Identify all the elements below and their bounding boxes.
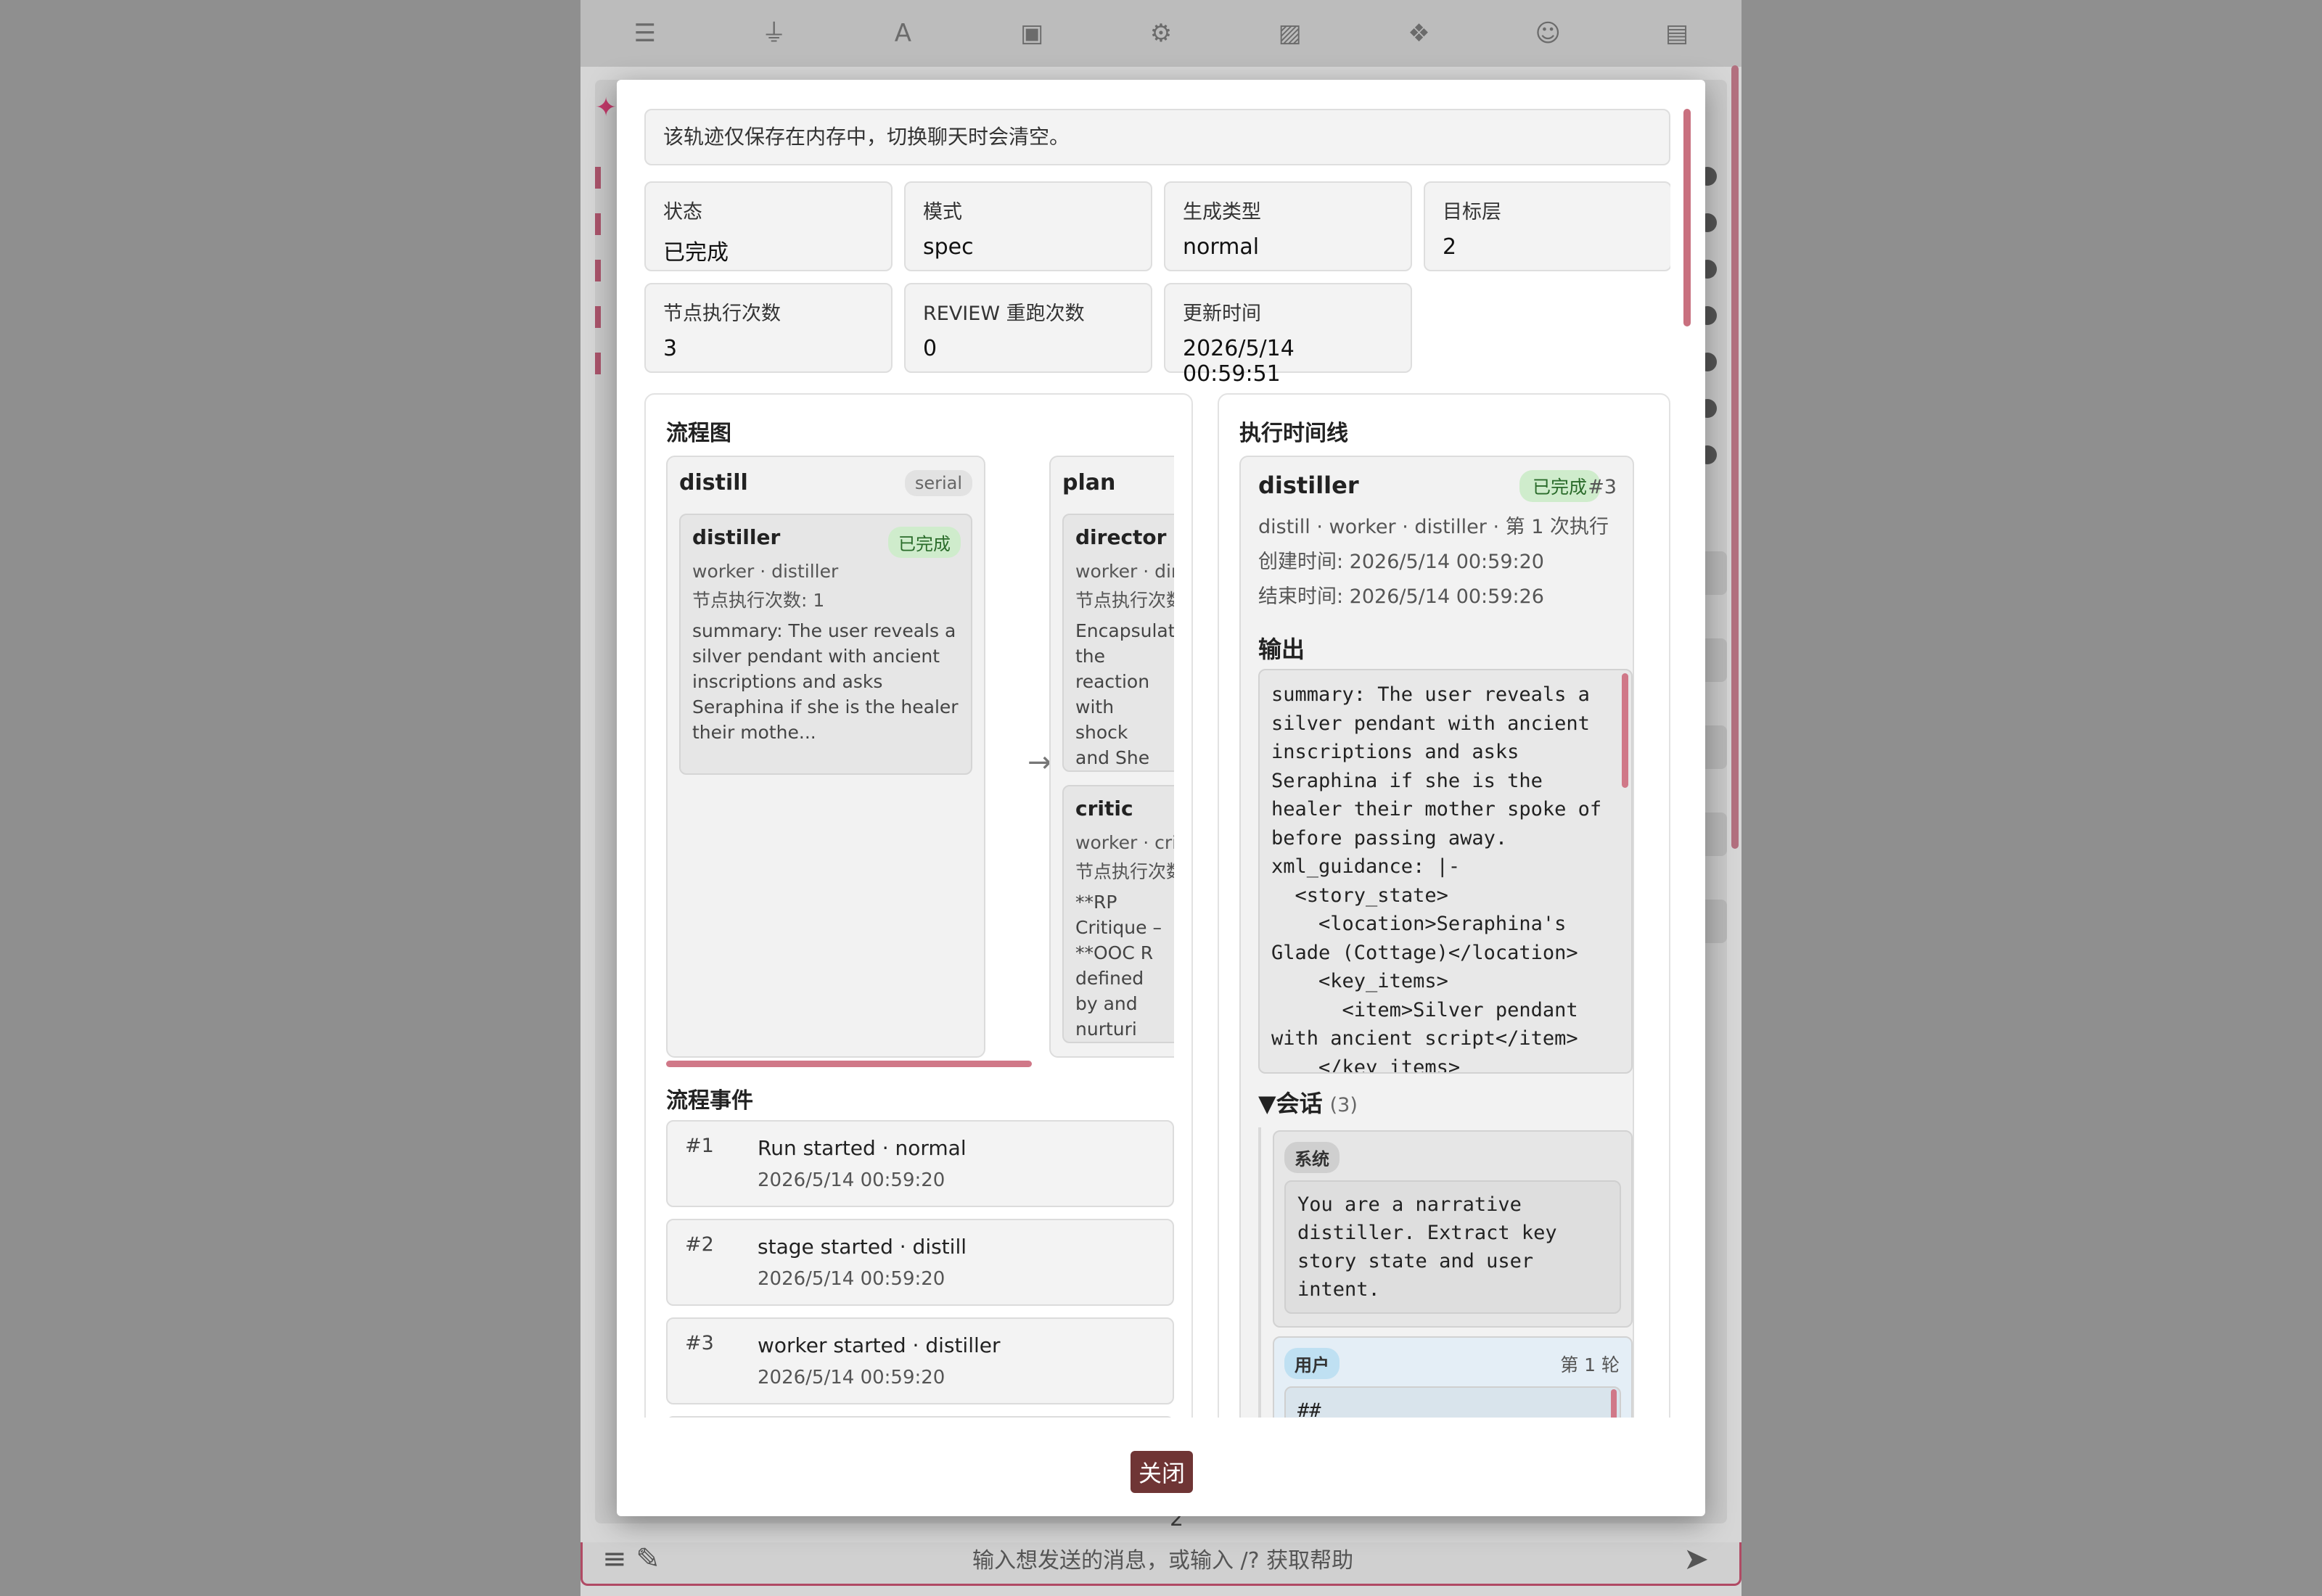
output-scrollbar[interactable] <box>1622 673 1628 788</box>
entry-ended: 结束时间: 2026/5/14 00:59:26 <box>1258 585 1544 608</box>
flow-panel: 流程图 distill serial distiller 已完成 worker … <box>644 393 1193 1418</box>
output-box[interactable]: summary: The user reveals a silver penda… <box>1258 669 1633 1074</box>
timeline-title: 执行时间线 <box>1239 421 1348 446</box>
flow-title: 流程图 <box>666 421 731 446</box>
event-item: #1 Run started · normal 2026/5/14 00:59:… <box>666 1120 1174 1207</box>
modal-scrollbar[interactable] <box>1683 109 1691 326</box>
stat-target-layer: 目标层 2 <box>1424 181 1670 271</box>
message-round: 第 1 轮 <box>1560 1354 1620 1375</box>
stat-review-rerun: REVIEW 重跑次数 0 <box>904 283 1152 373</box>
menu-icon[interactable]: ≡ ✎ <box>602 1542 660 1576</box>
font-icon[interactable]: A <box>888 19 917 48</box>
message-body: You are a narrative distiller. Extract k… <box>1284 1180 1621 1314</box>
timeline-panel: 执行时间线 distiller 已完成 #3 distill · worker … <box>1218 393 1670 1418</box>
output-title: 输出 <box>1258 635 1305 663</box>
role-badge: 系统 <box>1284 1142 1340 1173</box>
node-critic[interactable]: critic worker · critic 节点执行次数: 1 **RP Cr… <box>1062 785 1174 1043</box>
arrow-right-icon: → <box>1027 746 1052 779</box>
entry-index: #3 <box>1588 476 1617 498</box>
stat-generation-type: 生成类型 normal <box>1164 181 1412 271</box>
event-item: #3 worker started · distiller 2026/5/14 … <box>666 1317 1174 1404</box>
timeline-entry: distiller 已完成 #3 distill · worker · dist… <box>1239 456 1634 1418</box>
stage-plan: plan director worker · director 节点执行次数: … <box>1049 456 1174 1058</box>
sparkle-icon: ✦ <box>595 93 618 123</box>
flow-chart[interactable]: distill serial distiller 已完成 worker · di… <box>666 456 1174 1058</box>
trace-modal: 该轨迹仅保存在内存中，切换聊天时会清空。 状态 已完成 模式 spec 生成类型… <box>617 80 1705 1516</box>
role-badge: 用户 <box>1284 1348 1340 1379</box>
id-card-icon[interactable]: ▤ <box>1662 19 1691 48</box>
conversation-toggle[interactable]: ▼会话 (3) <box>1258 1085 1358 1119</box>
stat-node-exec-count: 节点执行次数 3 <box>644 283 893 373</box>
memory-notice: 该轨迹仅保存在内存中，切换聊天时会清空。 <box>644 109 1670 165</box>
stat-status: 状态 已完成 <box>644 181 893 271</box>
stat-updated-time: 更新时间 2026/5/14 00:59:51 <box>1164 283 1412 387</box>
events-title: 流程事件 <box>666 1088 753 1114</box>
event-item: #2 stage started · distill 2026/5/14 00:… <box>666 1219 1174 1306</box>
smile-icon[interactable]: ☺ <box>1533 19 1562 48</box>
send-icon[interactable]: ➤ <box>1683 1541 1709 1576</box>
stage-distill: distill serial distiller 已完成 worker · di… <box>666 456 985 1058</box>
cubes-icon[interactable]: ❖ <box>1404 19 1433 48</box>
flow-horizontal-scrollbar[interactable] <box>666 1061 1032 1067</box>
stat-mode: 模式 spec <box>904 181 1152 271</box>
message-markers <box>595 167 601 399</box>
node-director[interactable]: director worker · director 节点执行次数: 1 Enc… <box>1062 514 1174 772</box>
message-user: 用户 第 1 轮 ## <box>1273 1336 1633 1418</box>
image-icon[interactable]: ▨ <box>1276 19 1305 48</box>
node-distiller[interactable]: distiller 已完成 worker · distiller 节点执行次数:… <box>679 514 972 775</box>
app-toolbar: ☰ ⏚ A ▣ ⚙ ▨ ❖ ☺ ▤ <box>580 0 1742 67</box>
app-scrollbar[interactable] <box>1731 65 1739 849</box>
stage-tag: serial <box>904 470 972 496</box>
message-body[interactable]: ## <box>1284 1386 1621 1418</box>
message-system: 系统 You are a narrative distiller. Extrac… <box>1273 1130 1633 1328</box>
close-button[interactable]: 关闭 <box>1131 1451 1193 1493</box>
conversation-rail <box>1258 1127 1261 1418</box>
sliders-icon[interactable]: ☰ <box>631 19 660 48</box>
entry-meta: distill · worker · distiller · 第 1 次执行 <box>1258 516 1609 538</box>
status-badge: 已完成 <box>888 527 961 558</box>
book-icon[interactable]: ▣ <box>1017 19 1046 48</box>
output-text: summary: The user reveals a silver penda… <box>1271 683 1602 1074</box>
plug-icon[interactable]: ⏚ <box>760 19 789 48</box>
entry-created: 创建时间: 2026/5/14 00:59:20 <box>1258 551 1544 573</box>
user-gear-icon[interactable]: ⚙ <box>1146 19 1176 48</box>
conversation-count: (3) <box>1329 1094 1358 1116</box>
modal-content: 该轨迹仅保存在内存中，切换聊天时会清空。 状态 已完成 模式 spec 生成类型… <box>644 109 1670 1418</box>
event-item-partial <box>666 1416 1174 1418</box>
chat-input-placeholder[interactable]: 输入想发送的消息，或输入 /? 获取帮助 <box>972 1542 1353 1574</box>
message-scrollbar[interactable] <box>1611 1389 1617 1418</box>
